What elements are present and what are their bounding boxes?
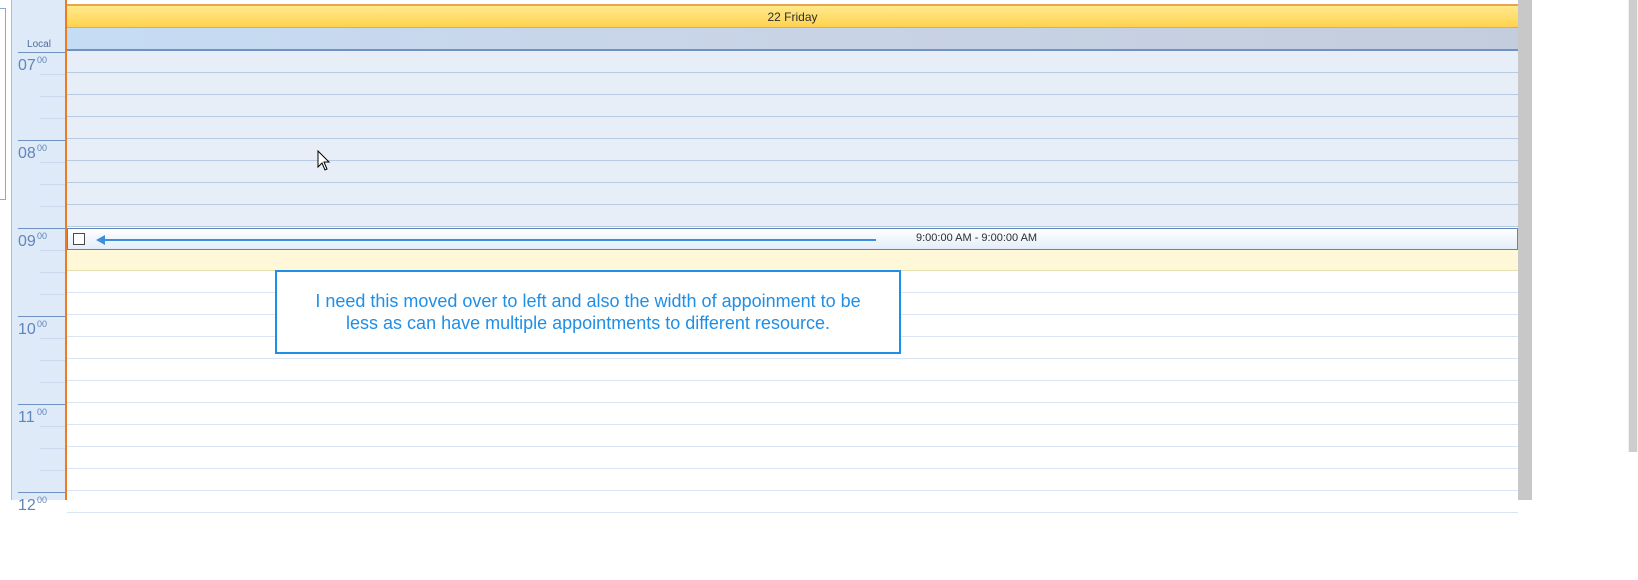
hour-label-3: 10 00 [12, 316, 66, 404]
minute-digits: 00 [37, 319, 48, 329]
time-slot[interactable] [67, 381, 1518, 403]
time-slot[interactable] [67, 139, 1518, 161]
hour-digits: 08 [18, 145, 36, 162]
minute-digits: 00 [37, 231, 48, 241]
time-slot[interactable] [67, 447, 1518, 469]
day-header[interactable]: 22 Friday [67, 4, 1518, 28]
time-slot[interactable] [67, 95, 1518, 117]
annotation-callout: I need this moved over to left and also … [275, 270, 901, 354]
time-slot[interactable] [67, 469, 1518, 491]
hour-label-2: 09 00 [12, 228, 66, 316]
time-slot[interactable] [67, 403, 1518, 425]
minute-digits: 00 [37, 55, 48, 65]
scrollbar-thumb[interactable] [1629, 0, 1637, 452]
time-slot[interactable] [67, 183, 1518, 205]
time-slot[interactable] [67, 161, 1518, 183]
hour-digits: 09 [18, 233, 36, 250]
vertical-scrollbar[interactable] [1628, 0, 1638, 452]
time-slot-selected[interactable] [67, 249, 1518, 271]
all-day-area[interactable] [67, 28, 1518, 51]
time-ruler: Local 07 00 08 00 09 00 10 00 11 00 12 0… [11, 0, 66, 514]
left-panel-tab[interactable] [0, 8, 6, 200]
left-panel-edge [0, 0, 11, 500]
time-slot[interactable] [67, 425, 1518, 447]
horizontal-split-bar[interactable] [1518, 0, 1532, 500]
timezone-label: Local [27, 39, 51, 50]
time-slot[interactable] [67, 491, 1518, 513]
right-pane [1532, 0, 1638, 500]
time-slot[interactable] [67, 73, 1518, 95]
appointment-time-range: 9:00:00 AM - 9:00:00 AM [916, 232, 1038, 244]
minute-digits: 00 [37, 407, 48, 417]
appointment[interactable]: 9:00:00 AM - 9:00:00 AM [67, 228, 1518, 250]
time-slot[interactable] [67, 51, 1518, 73]
hour-digits: 11 [18, 409, 35, 426]
hour-digits: 10 [18, 321, 36, 338]
hour-digits: 07 [18, 57, 36, 74]
mouse-pointer-icon [317, 150, 331, 171]
arrow-left-icon [96, 235, 876, 245]
hour-label-4: 11 00 [12, 404, 66, 492]
hour-label-1: 08 00 [12, 140, 66, 228]
time-slot[interactable] [67, 205, 1518, 227]
minute-digits: 00 [37, 143, 48, 153]
annotation-text: I need this moved over to left and also … [315, 291, 861, 333]
appointment-checkbox[interactable] [73, 233, 85, 245]
minute-digits: 00 [37, 495, 48, 505]
time-slot[interactable] [67, 117, 1518, 139]
hour-label-0: 07 00 [12, 52, 66, 140]
time-slot[interactable] [67, 359, 1518, 381]
hour-label-5: 12 00 [12, 492, 66, 580]
